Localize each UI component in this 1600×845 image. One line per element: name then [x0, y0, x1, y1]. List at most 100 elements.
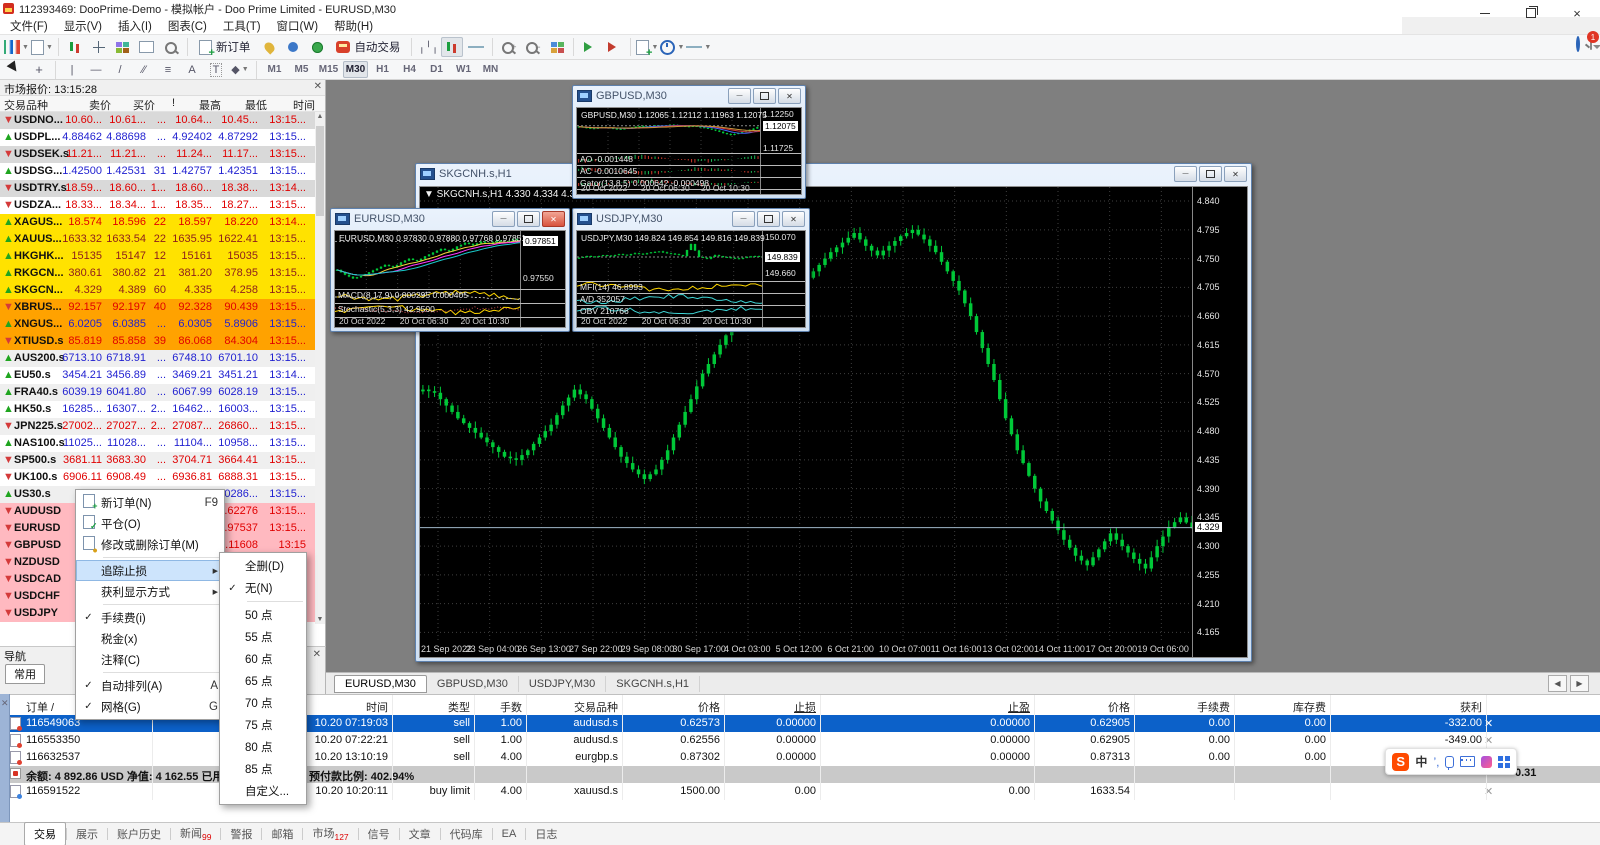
- context-menu-item[interactable]: 修改或删除订单(M): [76, 534, 224, 555]
- bottom-tab-警报[interactable]: 警报: [221, 823, 261, 845]
- market-watch-row[interactable]: ▼UK100.s6906.116908.49...6936.816888.311…: [0, 469, 316, 486]
- context-menu-item[interactable]: 获利显示方式▶: [76, 581, 224, 602]
- orders-column-header[interactable]: 手数: [500, 699, 522, 715]
- close-button[interactable]: ×: [1554, 0, 1600, 26]
- menu-item[interactable]: 文件(F): [2, 17, 56, 35]
- submenu-item[interactable]: 70 点: [220, 692, 306, 714]
- restore-button[interactable]: [1508, 0, 1554, 26]
- terminal-button[interactable]: [136, 37, 158, 57]
- bottom-tab-展示[interactable]: 展示: [67, 823, 107, 845]
- orders-column-header[interactable]: 时间: [366, 699, 388, 715]
- timeframe-button-m15[interactable]: M15: [316, 61, 341, 78]
- ime-keyboard-icon[interactable]: [1460, 756, 1475, 767]
- script-icon[interactable]: [258, 37, 280, 57]
- market-watch-row[interactable]: ▲HKGHK...151351514712151611503513:15...: [0, 248, 316, 265]
- mw-column-header[interactable]: 时间: [293, 97, 315, 113]
- market-watch-row[interactable]: ▼XBRUS...92.15792.1974092.32890.43913:15…: [0, 299, 316, 316]
- submenu-item[interactable]: 自定义...: [220, 780, 306, 802]
- orders-column-header[interactable]: 止盈: [1008, 699, 1030, 715]
- market-watch-row[interactable]: ▼USDNO...10.60...10.61......10.64...10.4…: [0, 112, 316, 129]
- chart-close-button[interactable]: ✕: [778, 88, 801, 104]
- zoom-in-button[interactable]: +: [498, 37, 520, 57]
- market-watch-button[interactable]: [64, 37, 86, 57]
- chart-window-titlebar[interactable]: SKGCNH.s,H1—✕: [416, 164, 1251, 184]
- channel-tool-button[interactable]: ⁄⁄: [133, 60, 155, 80]
- templates-button[interactable]: ▼: [686, 37, 711, 57]
- chart-close-button[interactable]: ✕: [1224, 166, 1247, 182]
- submenu-item[interactable]: ✓无(N): [220, 577, 306, 599]
- chart-minimize-button[interactable]: —: [728, 88, 751, 104]
- chart-shift-button[interactable]: [603, 37, 625, 57]
- market-watch-row[interactable]: ▼USDTRY.s18.59...18.60...1...18.60...18.…: [0, 180, 316, 197]
- notifications-icon[interactable]: 1: [1590, 37, 1592, 49]
- vertical-line-tool-button[interactable]: |: [61, 60, 83, 80]
- mw-column-header[interactable]: 卖价: [89, 97, 111, 113]
- navigator-close-icon[interactable]: ✕: [313, 649, 321, 660]
- chart-restore-button[interactable]: [757, 211, 780, 227]
- submenu-item[interactable]: 55 点: [220, 626, 306, 648]
- menu-item[interactable]: 图表(C): [160, 17, 215, 35]
- market-watch-row[interactable]: ▼USDSEK.s11.21...11.21......11.24...11.1…: [0, 146, 316, 163]
- context-menu-item[interactable]: ✓自动排列(A)A: [76, 675, 224, 696]
- bottom-tab-交易[interactable]: 交易: [24, 822, 66, 845]
- orders-column-header[interactable]: 止损: [794, 699, 816, 715]
- market-watch-close-icon[interactable]: ✕: [314, 81, 322, 92]
- mw-column-header[interactable]: 最高: [199, 97, 221, 113]
- context-menu-item[interactable]: 平仓(O): [76, 513, 224, 534]
- trendline-tool-button[interactable]: /: [109, 60, 131, 80]
- mw-column-header[interactable]: 交易品种: [4, 97, 48, 113]
- menu-item[interactable]: 显示(V): [56, 17, 110, 35]
- chart-window-titlebar[interactable]: USDJPY,M30—✕: [573, 209, 809, 229]
- navigator-button[interactable]: [112, 37, 134, 57]
- candlestick-mode-button[interactable]: [441, 37, 463, 57]
- market-watch-row[interactable]: ▲EU50.s3454.213456.89...3469.213451.2113…: [0, 367, 316, 384]
- market-watch-row[interactable]: ▲NAS100.s11025...11028......11104...1095…: [0, 435, 316, 452]
- submenu-item[interactable]: 全删(D): [220, 555, 306, 577]
- timeframe-button-h1[interactable]: H1: [370, 61, 395, 78]
- menu-item[interactable]: 工具(T): [215, 17, 269, 35]
- cursor-tool-button[interactable]: [4, 60, 26, 80]
- expert-advisor-icon[interactable]: [282, 37, 304, 57]
- navigator-tab-common[interactable]: 常用: [5, 664, 45, 684]
- submenu-item[interactable]: 75 点: [220, 714, 306, 736]
- line-chart-mode-button[interactable]: [465, 37, 487, 57]
- timeframe-button-m30[interactable]: M30: [343, 61, 368, 78]
- submenu-item[interactable]: 85 点: [220, 758, 306, 780]
- signals-icon[interactable]: [306, 37, 328, 57]
- chart-tab-scroll-right-icon[interactable]: ▶: [1570, 675, 1589, 692]
- chart-restore-button[interactable]: [1199, 166, 1222, 182]
- submenu-item[interactable]: 50 点: [220, 604, 306, 626]
- fibonacci-tool-button[interactable]: ≡: [157, 60, 179, 80]
- submenu-item[interactable]: 60 点: [220, 648, 306, 670]
- indicators-button[interactable]: ▼: [636, 37, 658, 57]
- market-watch-row[interactable]: ▲RKGCN...380.61380.8221381.20378.9513:15…: [0, 265, 316, 282]
- profiles-button[interactable]: ▼: [31, 37, 53, 57]
- bottom-tab-EA[interactable]: EA: [493, 825, 526, 843]
- bottom-tab-账户历史[interactable]: 账户历史: [108, 823, 170, 845]
- menu-item[interactable]: 窗口(W): [269, 17, 327, 35]
- context-menu-item[interactable]: 税金(x): [76, 628, 224, 649]
- orders-column-header[interactable]: 订单 /: [26, 699, 54, 715]
- market-watch-row[interactable]: ▼SP500.s3681.113683.30...3704.713664.411…: [0, 452, 316, 469]
- chart-window-gbpusd[interactable]: GBPUSD,M30—✕AO -0.001448AC -0.0010645Gat…: [572, 85, 806, 199]
- chart-restore-button[interactable]: [517, 211, 540, 227]
- orders-column-header[interactable]: 价格: [698, 699, 720, 715]
- periods-button[interactable]: ▼: [660, 37, 684, 57]
- market-watch-row[interactable]: ▲USDSG...1.425001.42531311.427571.423511…: [0, 163, 316, 180]
- timeframe-button-m5[interactable]: M5: [289, 61, 314, 78]
- chart-close-button[interactable]: ✕: [542, 211, 565, 227]
- orders-column-header[interactable]: 价格: [1108, 699, 1130, 715]
- market-watch-row[interactable]: ▲XNGUS...6.02056.0385...6.03055.890613:1…: [0, 316, 316, 333]
- market-watch-row[interactable]: ▲AUS200.s6713.106718.91...6748.106701.10…: [0, 350, 316, 367]
- tile-windows-button[interactable]: [546, 37, 568, 57]
- strategy-tester-button[interactable]: [160, 37, 182, 57]
- market-watch-row[interactable]: ▲XAGUS...18.57418.5962218.59718.22013:14…: [0, 214, 316, 231]
- bottom-tab-代码库[interactable]: 代码库: [441, 823, 492, 845]
- context-menu-item[interactable]: ✓网格(G)G: [76, 696, 224, 717]
- bar-chart-mode-button[interactable]: ╷╵╷: [417, 37, 439, 57]
- data-window-button[interactable]: [88, 37, 110, 57]
- market-watch-row[interactable]: ▲HK50.s16285...16307...2...16462...16003…: [0, 401, 316, 418]
- chart-window-titlebar[interactable]: EURUSD,M30—✕: [331, 209, 569, 229]
- chart-minimize-button[interactable]: —: [492, 211, 515, 227]
- terminal-close-icon[interactable]: ✕: [1, 698, 9, 709]
